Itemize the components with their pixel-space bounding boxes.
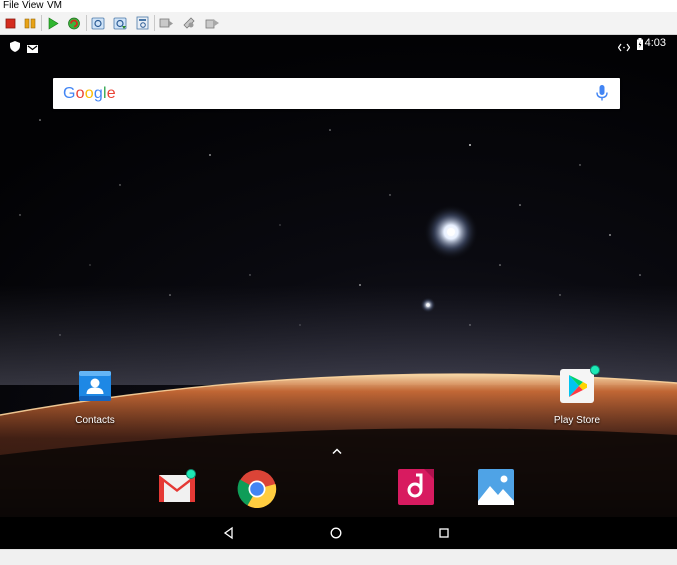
shield-icon xyxy=(10,39,20,52)
app-label: Contacts xyxy=(75,415,115,426)
navigation-bar xyxy=(0,517,677,549)
snapshot-manager-icon[interactable] xyxy=(135,15,151,31)
window-status-strip xyxy=(0,549,677,565)
chrome-icon[interactable] xyxy=(237,469,277,509)
vm-toolbar xyxy=(0,12,677,35)
gmail-notification-icon xyxy=(27,40,38,53)
android-screen[interactable]: 4:03 Google Contacts Play Store xyxy=(0,35,677,549)
logo-letter: G xyxy=(63,85,76,102)
snapshot-icon[interactable] xyxy=(90,15,106,31)
snapshot-revert-icon[interactable] xyxy=(112,15,128,31)
contacts-icon xyxy=(77,368,113,404)
google-logo: Google xyxy=(63,84,116,103)
music-icon[interactable] xyxy=(398,469,434,505)
notification-dot xyxy=(186,469,196,479)
status-clock: 4:03 xyxy=(644,37,666,49)
back-icon[interactable] xyxy=(221,525,237,541)
home-icon[interactable] xyxy=(328,525,344,541)
stop-icon[interactable] xyxy=(3,15,19,31)
menu-vm[interactable]: VM xyxy=(47,0,62,12)
mic-icon[interactable] xyxy=(596,85,608,102)
logo-letter: o xyxy=(75,85,85,102)
google-search-bar[interactable]: Google xyxy=(53,78,620,109)
settings-icon[interactable] xyxy=(181,15,197,31)
menu-file[interactable]: File xyxy=(3,0,19,12)
pause-icon[interactable] xyxy=(22,15,38,31)
logo-letter: e xyxy=(106,85,116,102)
logo-letter: g xyxy=(93,85,103,102)
logo-letter: o xyxy=(84,85,94,102)
photos-icon[interactable] xyxy=(478,469,514,505)
send-keys-icon[interactable] xyxy=(158,15,174,31)
app-contacts[interactable]: Contacts xyxy=(50,368,140,426)
restart-icon[interactable] xyxy=(66,15,82,31)
notification-dot xyxy=(590,365,600,375)
data-transfer-icon xyxy=(617,39,631,52)
play-icon[interactable] xyxy=(45,15,61,31)
app-label: Play Store xyxy=(553,415,601,426)
gmail-icon[interactable] xyxy=(157,469,197,505)
recents-icon[interactable] xyxy=(436,525,452,541)
app-play-store[interactable]: Play Store xyxy=(532,365,622,426)
usb-icon[interactable] xyxy=(204,15,220,31)
menu-view[interactable]: View xyxy=(22,0,44,12)
play-store-icon xyxy=(559,365,600,404)
battery-icon xyxy=(637,37,643,50)
chevron-up-icon[interactable] xyxy=(331,443,343,455)
status-bar[interactable]: 4:03 xyxy=(0,35,677,53)
menu-bar: File View VM xyxy=(0,0,677,12)
